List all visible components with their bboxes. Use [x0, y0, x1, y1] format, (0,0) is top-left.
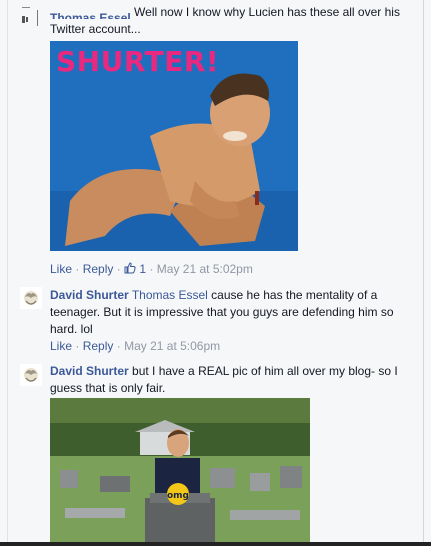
timestamp[interactable]: May 21 at 5:06pm — [124, 339, 220, 353]
bottom-bar — [0, 542, 431, 546]
like-button[interactable]: Like — [50, 339, 72, 353]
comment-author[interactable]: David Shurter — [50, 364, 129, 378]
separator: · — [116, 339, 121, 353]
separator: · — [75, 262, 80, 276]
comment-text: Thomas Essel Well now I know why Lucien … — [50, 4, 410, 38]
separator: · — [75, 339, 80, 353]
reply-button[interactable]: Reply — [83, 339, 114, 353]
left-border — [7, 0, 8, 546]
comment-text: David Shurter but I have a REAL pic of h… — [50, 363, 405, 397]
comment-author[interactable]: David Shurter — [50, 288, 129, 302]
right-border — [423, 0, 424, 546]
comment-author[interactable]: Thomas Essel — [50, 10, 131, 19]
like-button[interactable]: Like — [50, 262, 72, 276]
comment-image[interactable]: omg — [50, 398, 310, 546]
separator: · — [149, 262, 154, 276]
comment-mention[interactable]: Thomas Essel — [132, 288, 208, 302]
comment-text: David Shurter Thomas Essel cause he has … — [50, 287, 405, 338]
image-caption: SHURTER! — [56, 45, 220, 78]
reply-button[interactable]: Reply — [83, 262, 114, 276]
comment-image[interactable]: SHURTER! — [50, 41, 298, 251]
like-count[interactable]: 1 — [139, 262, 146, 276]
separator: · — [116, 262, 121, 276]
avatar[interactable] — [20, 5, 42, 27]
avatar[interactable] — [20, 287, 42, 309]
thumbs-up-icon[interactable] — [124, 262, 139, 276]
timestamp[interactable]: May 21 at 5:02pm — [157, 262, 253, 276]
omg-sticker: omg — [167, 491, 189, 501]
avatar[interactable] — [20, 364, 42, 386]
cemetery-photo: omg — [50, 398, 310, 546]
comment-actions: Like · Reply · May 21 at 5:06pm — [50, 339, 220, 353]
comment-actions: Like · Reply · 1 · May 21 at 5:02pm — [50, 262, 253, 276]
